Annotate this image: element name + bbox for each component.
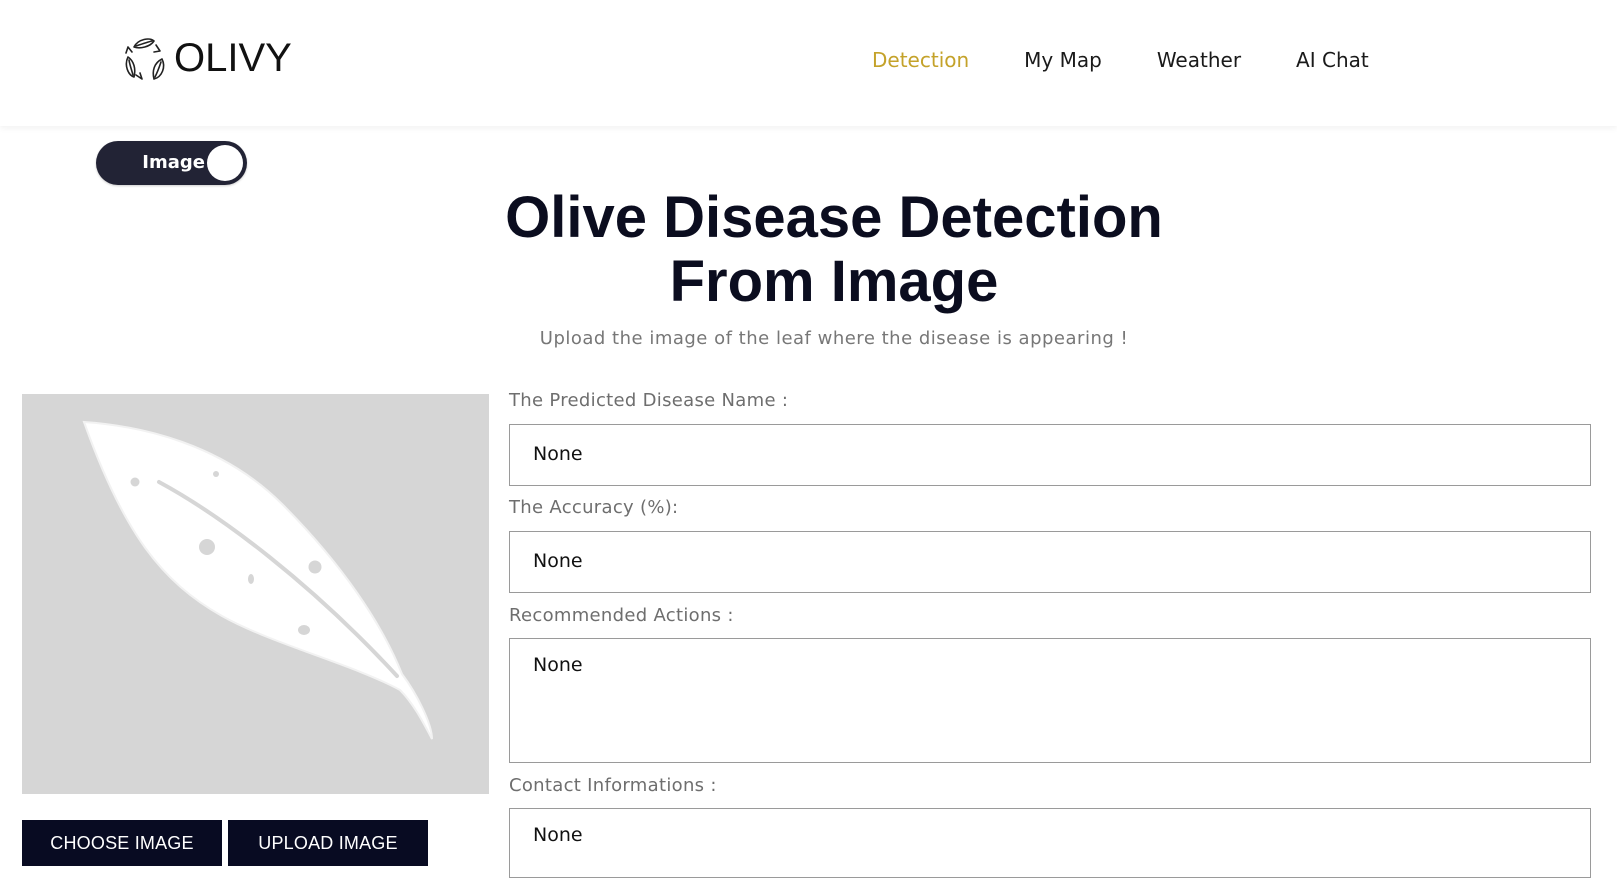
page-title: Olive Disease Detection From Image — [0, 186, 1617, 314]
accuracy-output: None — [509, 531, 1591, 593]
contact-info-label: Contact Informations : — [509, 775, 717, 796]
recommended-actions-label: Recommended Actions : — [509, 605, 734, 626]
mode-toggle[interactable]: Image — [96, 141, 247, 185]
disease-name-label: The Predicted Disease Name : — [509, 390, 789, 411]
recycle-leaves-icon — [125, 38, 165, 80]
leaf-placeholder-icon — [82, 420, 433, 740]
contact-info-output: None — [509, 808, 1591, 878]
main-nav: Detection My Map Weather AI Chat — [872, 46, 1424, 74]
image-preview — [22, 394, 489, 794]
nav-item-weather[interactable]: Weather — [1157, 46, 1241, 74]
nav-item-ai-chat[interactable]: AI Chat — [1296, 46, 1369, 74]
page-title-line1: Olive Disease Detection — [505, 185, 1163, 250]
toggle-knob — [207, 145, 243, 181]
accuracy-label: The Accuracy (%): — [509, 497, 679, 518]
page-title-line2: From Image — [669, 249, 999, 314]
page-subtitle: Upload the image of the leaf where the d… — [539, 328, 1129, 349]
nav-item-my-map[interactable]: My Map — [1024, 46, 1102, 74]
mode-toggle-label: Image — [142, 152, 205, 173]
recommended-actions-output: None — [509, 638, 1591, 763]
choose-image-button[interactable]: CHOOSE IMAGE — [22, 820, 222, 866]
brand-logo[interactable]: OLIVY — [122, 34, 292, 82]
disease-name-output: None — [509, 424, 1591, 486]
upload-image-button[interactable]: UPLOAD IMAGE — [228, 820, 428, 866]
nav-item-detection[interactable]: Detection — [872, 46, 969, 74]
brand-name: OLIVY — [174, 36, 292, 80]
site-header: OLIVY Detection My Map Weather AI Chat — [0, 0, 1617, 126]
